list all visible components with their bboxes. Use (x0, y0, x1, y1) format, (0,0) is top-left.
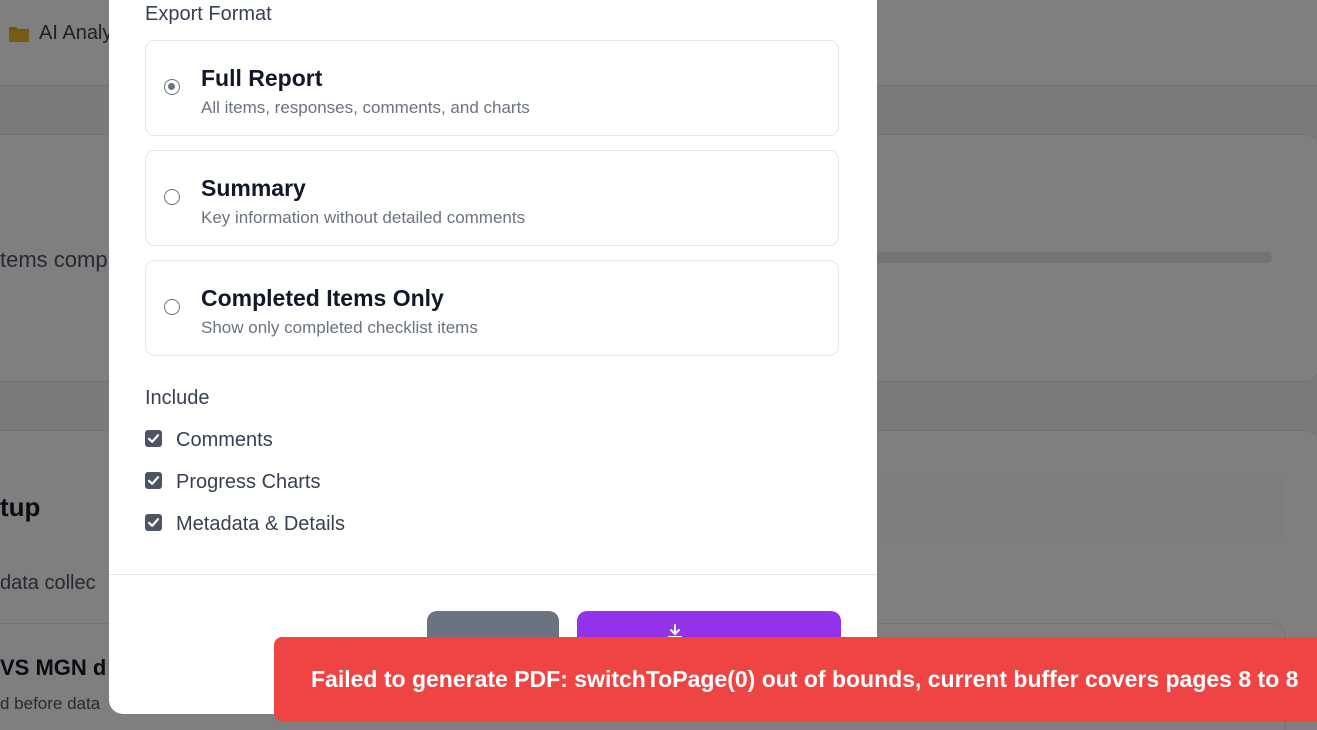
radio-summary[interactable] (164, 189, 180, 205)
include-comments-label: Comments (176, 429, 273, 451)
error-toast-message: Failed to generate PDF: switchToPage(0) … (311, 666, 1299, 692)
option-title: Completed Items Only (201, 285, 444, 311)
export-modal: Export Format Full Report All items, res… (109, 0, 877, 714)
page: AI Analy tems comp tup data collec VS MG… (0, 0, 1317, 730)
option-desc: Key information without detailed comment… (201, 208, 526, 227)
include-comments-checkbox[interactable] (145, 430, 162, 447)
include-charts-checkbox[interactable] (145, 472, 162, 489)
option-desc: All items, responses, comments, and char… (201, 98, 530, 117)
checkmark-icon (147, 476, 160, 485)
checkmark-icon (147, 518, 160, 527)
include-metadata-checkbox[interactable] (145, 514, 162, 531)
option-title: Full Report (201, 65, 323, 91)
error-toast[interactable]: Failed to generate PDF: switchToPage(0) … (274, 637, 1317, 721)
include-label: Include (145, 387, 210, 409)
modal-footer-divider (109, 574, 877, 575)
option-title: Summary (201, 175, 306, 201)
checkmark-icon (147, 434, 160, 443)
option-desc: Show only completed checklist items (201, 318, 478, 337)
export-format-label: Export Format (145, 3, 272, 25)
option-summary[interactable]: Summary Key information without detailed… (145, 150, 839, 246)
option-full-report[interactable]: Full Report All items, responses, commen… (145, 40, 839, 136)
radio-full-report[interactable] (164, 79, 180, 95)
option-completed-only[interactable]: Completed Items Only Show only completed… (145, 260, 839, 356)
radio-completed-only[interactable] (164, 299, 180, 315)
include-metadata-label: Metadata & Details (176, 513, 345, 535)
include-charts-label: Progress Charts (176, 471, 321, 493)
